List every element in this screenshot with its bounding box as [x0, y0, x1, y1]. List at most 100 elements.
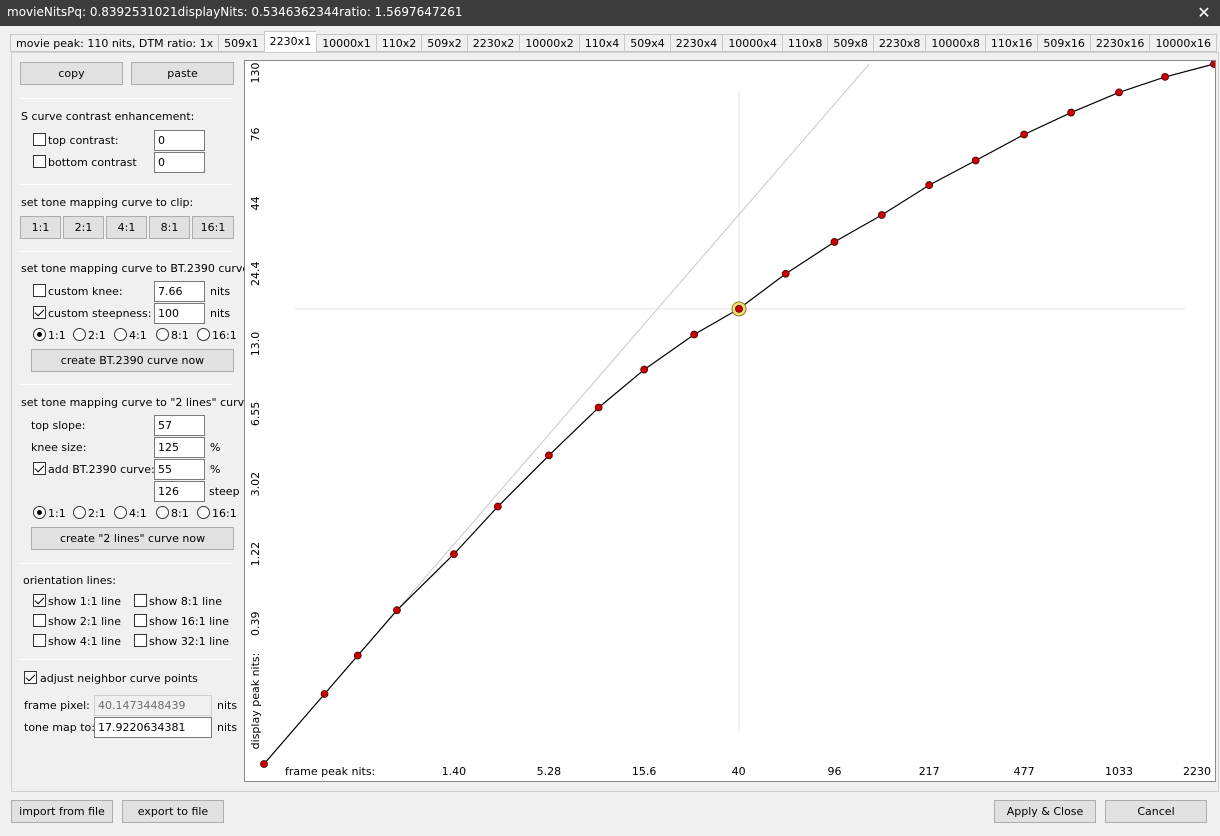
cancel-button[interactable]: Cancel	[1105, 800, 1207, 823]
add-bt2390-field[interactable]: 55	[154, 459, 205, 480]
curve-point	[877, 211, 886, 219]
tab-110x8[interactable]: 110x8	[781, 34, 828, 52]
export-to-file-button[interactable]: export to file	[122, 800, 224, 823]
bt2390-ratio-radio-16-1[interactable]	[197, 328, 210, 341]
bottom-contrast-checkbox[interactable]	[33, 155, 46, 168]
two_lines-ratio-radio-4-1[interactable]	[114, 506, 127, 519]
tab-10000x1[interactable]: 10000x1	[316, 34, 376, 52]
tone-mapping-chart[interactable]: 1.40 5.28 15.6 40 96 217 477 1033 2230 frame peak…	[244, 60, 1216, 782]
top-contrast-field[interactable]: 0	[154, 130, 205, 151]
tab-10000x8[interactable]: 10000x8	[925, 34, 985, 52]
separator	[20, 384, 232, 385]
create-two-lines-button[interactable]: create "2 lines" curve now	[31, 527, 234, 550]
separator	[20, 184, 232, 185]
knee-size-field[interactable]: 125	[154, 437, 205, 458]
clip-4-1-button[interactable]: 4:1	[106, 216, 147, 239]
y-tick-label: 130	[249, 63, 262, 84]
tone-map-field[interactable]: 17.9220634381	[94, 717, 212, 738]
curve-point	[393, 606, 401, 615]
curve-point	[545, 451, 553, 460]
tab-2230x16[interactable]: 2230x16	[1089, 34, 1150, 52]
x-axis-label: frame peak nits:	[285, 765, 375, 778]
orientation-label: show 2:1 line	[48, 615, 121, 628]
orientation-checkbox[interactable]	[33, 594, 46, 607]
tab-509x8[interactable]: 509x8	[827, 34, 873, 52]
bt2390-ratio-radio-8-1[interactable]	[156, 328, 169, 341]
two_lines-ratio-radio-16-1[interactable]	[197, 506, 210, 519]
clip-8-1-button[interactable]: 8:1	[149, 216, 190, 239]
orientation-label: show 16:1 line	[149, 615, 229, 628]
tab-509x16[interactable]: 509x16	[1037, 34, 1090, 52]
curve-point	[594, 403, 603, 412]
chart-canvas[interactable]: 1.40 5.28 15.6 40 96 217 477 1033 2230 frame peak…	[245, 61, 1215, 781]
tone-map-unit: nits	[217, 721, 238, 734]
tab-2230x2[interactable]: 2230x2	[466, 34, 520, 52]
top-contrast-checkbox[interactable]	[33, 133, 46, 146]
bottom-contrast-field[interactable]: 0	[154, 152, 205, 173]
steep-field[interactable]: 126	[154, 481, 205, 502]
two_lines-ratio-label: 4:1	[129, 507, 147, 520]
curve-point	[925, 181, 934, 189]
orientation-checkbox[interactable]	[134, 614, 147, 627]
adjust-neighbor-checkbox[interactable]	[24, 671, 37, 684]
clip-1-1-button[interactable]: 1:1	[20, 216, 61, 239]
tab-10000x16[interactable]: 10000x16	[1149, 34, 1217, 52]
x-tick-label: 96	[827, 765, 841, 778]
paste-button[interactable]: paste	[131, 62, 234, 85]
curve-point	[493, 502, 502, 511]
orientation-checkbox[interactable]	[33, 614, 46, 627]
custom-knee-field[interactable]: 7.66	[154, 281, 205, 302]
custom-knee-checkbox[interactable]	[33, 284, 46, 297]
frame-pixel-unit: nits	[217, 699, 238, 712]
clip-2-1-button[interactable]: 2:1	[63, 216, 104, 239]
orientation-checkbox[interactable]	[33, 634, 46, 647]
tab-2230x1[interactable]: 2230x1	[263, 31, 317, 52]
curve-point	[1115, 88, 1123, 97]
knee-size-unit: %	[210, 441, 221, 454]
x-tick-label: 217	[919, 765, 940, 778]
knee-size-label: knee size:	[31, 441, 87, 454]
orientation-label: show 32:1 line	[149, 635, 229, 648]
curve-point	[320, 690, 329, 698]
import-from-file-button[interactable]: import from file	[11, 800, 113, 823]
orientation-label: show 1:1 line	[48, 595, 121, 608]
top-slope-field[interactable]: 57	[154, 415, 205, 436]
orientation-label: show 8:1 line	[149, 595, 222, 608]
copy-button[interactable]: copy	[20, 62, 123, 85]
tab-509x1[interactable]: 509x1	[218, 34, 264, 52]
tab-movie-peak[interactable]: movie peak: 110 nits, DTM ratio: 1x	[10, 34, 219, 52]
tab-509x4[interactable]: 509x4	[624, 34, 670, 52]
tab-10000x4[interactable]: 10000x4	[722, 34, 782, 52]
custom-steepness-checkbox[interactable]	[33, 306, 46, 319]
x-tick-label: 5.28	[537, 765, 562, 778]
orientation-checkbox[interactable]	[134, 594, 147, 607]
close-icon[interactable]: ✕	[1188, 0, 1220, 26]
tab-110x2[interactable]: 110x2	[375, 34, 422, 52]
custom-steepness-field[interactable]: 100	[154, 303, 205, 324]
tab-10000x2[interactable]: 10000x2	[519, 34, 579, 52]
create-bt2390-button[interactable]: create BT.2390 curve now	[31, 349, 234, 372]
clip-16-1-button[interactable]: 16:1	[192, 216, 234, 239]
bt2390-ratio-label: 1:1	[48, 329, 66, 342]
bt2390-ratio-radio-4-1[interactable]	[114, 328, 127, 341]
y-tick-label: 1.22	[249, 542, 262, 567]
apply-close-button[interactable]: Apply & Close	[994, 800, 1096, 823]
two_lines-ratio-radio-8-1[interactable]	[156, 506, 169, 519]
selected-point	[735, 304, 743, 313]
bt2390-ratio-radio-1-1[interactable]	[33, 328, 46, 341]
tab-2230x4[interactable]: 2230x4	[669, 34, 723, 52]
x-tick-label: 477	[1014, 765, 1035, 778]
tab-110x16[interactable]: 110x16	[984, 34, 1038, 52]
add-bt2390-checkbox[interactable]	[33, 462, 46, 475]
tab-509x2[interactable]: 509x2	[421, 34, 467, 52]
curve-point	[781, 269, 790, 278]
tab-2230x8[interactable]: 2230x8	[872, 34, 926, 52]
tab-110x4[interactable]: 110x4	[578, 34, 625, 52]
two_lines-ratio-radio-2-1[interactable]	[73, 506, 86, 519]
add-bt2390-label: add BT.2390 curve:	[48, 463, 155, 476]
orientation-label: show 4:1 line	[48, 635, 121, 648]
y-tick-label: 24.4	[249, 262, 262, 287]
bt2390-ratio-radio-2-1[interactable]	[73, 328, 86, 341]
orientation-checkbox[interactable]	[134, 634, 147, 647]
two_lines-ratio-radio-1-1[interactable]	[33, 506, 46, 519]
